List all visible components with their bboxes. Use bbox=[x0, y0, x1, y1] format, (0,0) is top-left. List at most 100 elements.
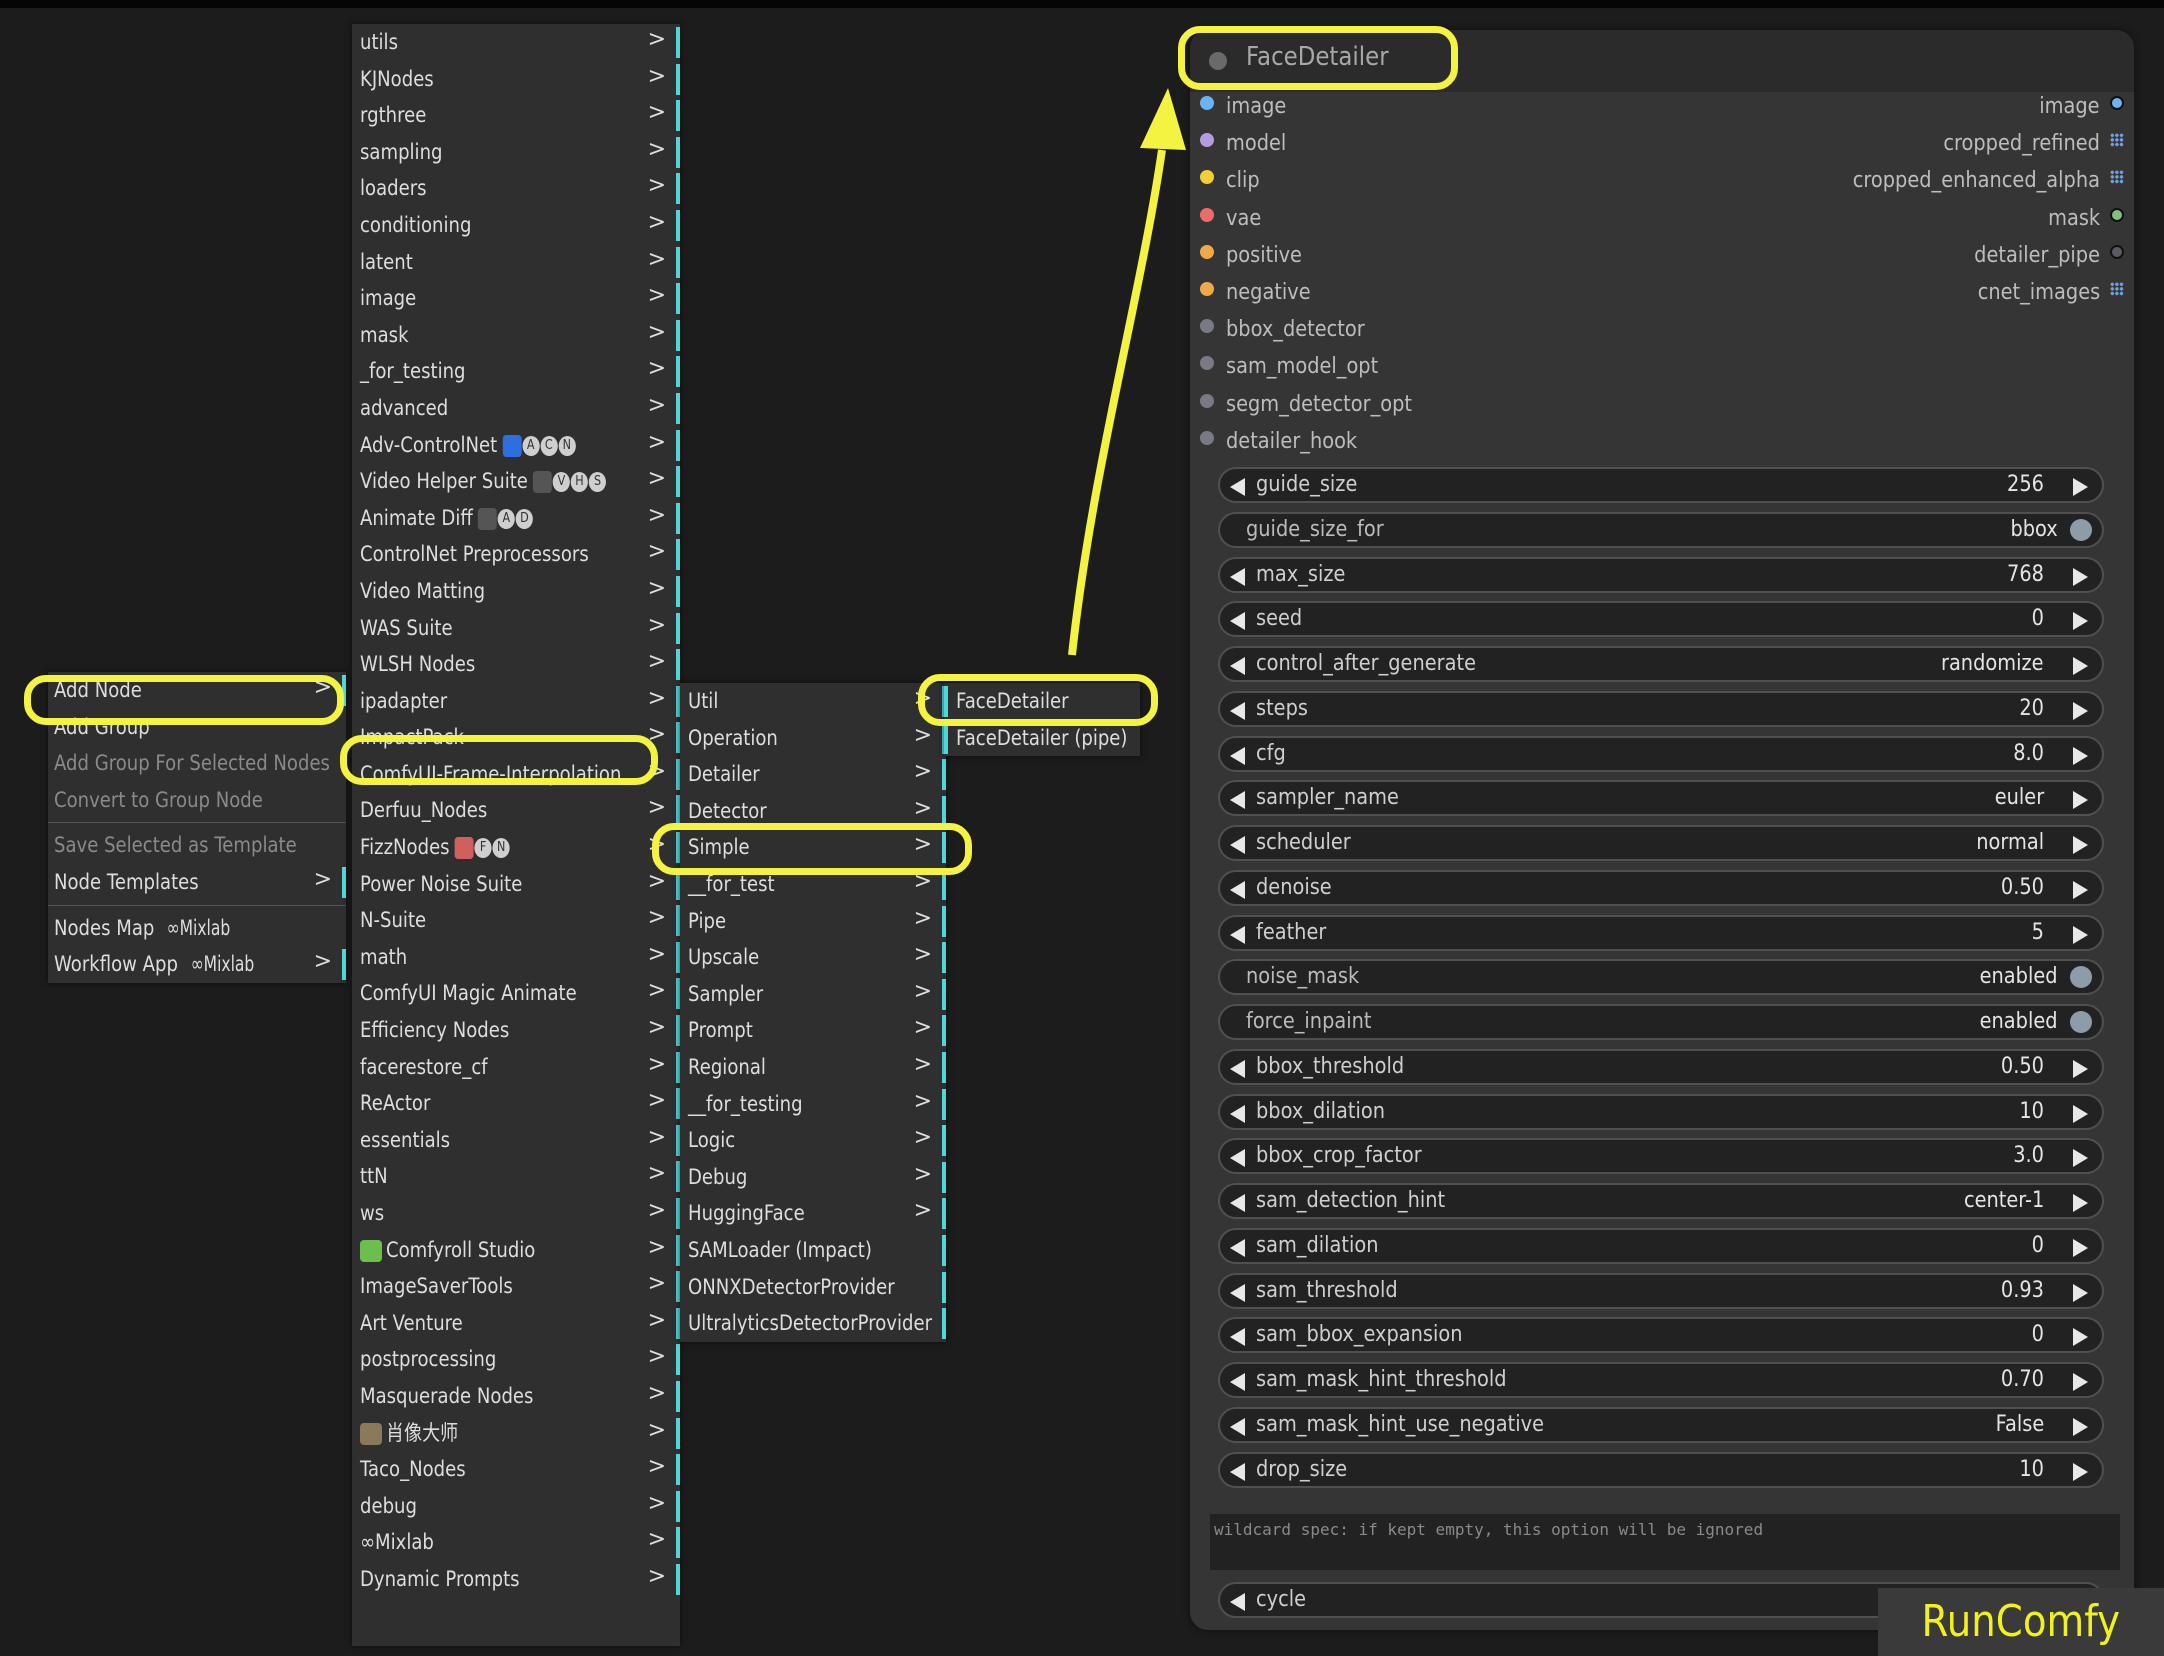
widget-steps[interactable]: steps 20 bbox=[1218, 690, 2104, 727]
increment-arrow-icon[interactable] bbox=[2073, 478, 2088, 496]
decrement-arrow-icon[interactable] bbox=[1230, 1194, 1245, 1212]
decrement-arrow-icon[interactable] bbox=[1230, 1149, 1245, 1168]
menu-item-loaders[interactable]: loaders > bbox=[352, 170, 680, 207]
menu-item-fizznodes[interactable]: FizzNodes F N > bbox=[352, 829, 680, 866]
menu-item-huggingface[interactable]: HuggingFace > bbox=[680, 1195, 946, 1232]
menu-item-reactor[interactable]: ReActor > bbox=[352, 1085, 680, 1122]
menu-item-power-noise-suite[interactable]: Power Noise Suite > bbox=[352, 866, 680, 903]
menu-item-n-suite[interactable]: N-Suite > bbox=[352, 902, 680, 939]
widget-noise-mask[interactable]: noise_mask enabled bbox=[1218, 959, 2104, 996]
widget-control-after-generate[interactable]: control_after_generate randomize bbox=[1218, 646, 2104, 682]
widget-sam-threshold[interactable]: sam_threshold 0.93 bbox=[1218, 1272, 2104, 1309]
widget-bbox-threshold[interactable]: bbox_threshold 0.50 bbox=[1218, 1048, 2104, 1085]
menu-item-was-suite[interactable]: WAS Suite > bbox=[352, 610, 680, 647]
widget-drop-size[interactable]: drop_size 10 bbox=[1218, 1451, 2104, 1488]
menu-item-debug[interactable]: Debug > bbox=[680, 1159, 946, 1196]
decrement-arrow-icon[interactable] bbox=[1230, 478, 1245, 496]
output-dot-icon[interactable] bbox=[2110, 244, 2124, 259]
menu-item-video-matting[interactable]: Video Matting > bbox=[352, 573, 680, 610]
decrement-arrow-icon[interactable] bbox=[1230, 1283, 1245, 1302]
input-dot-icon[interactable] bbox=[1200, 430, 1214, 445]
input-dot-icon[interactable] bbox=[1200, 133, 1214, 148]
input-dot-icon[interactable] bbox=[1200, 319, 1214, 334]
output-slot-mask[interactable]: mask bbox=[2041, 206, 2124, 231]
input-dot-icon[interactable] bbox=[1200, 170, 1214, 185]
widget-seed[interactable]: seed 0 bbox=[1218, 601, 2104, 638]
menu-item-ultralyticsdetectorprovider[interactable]: UltralyticsDetectorProvider bbox=[680, 1305, 946, 1342]
input-slot-sam-model-opt[interactable]: sam_model_opt bbox=[1200, 354, 1399, 379]
increment-arrow-icon[interactable] bbox=[2073, 1059, 2088, 1078]
widget-max-size[interactable]: max_size 768 bbox=[1218, 556, 2104, 593]
widget-guide-size-for[interactable]: guide_size_for bbox bbox=[1218, 511, 2104, 548]
decrement-arrow-icon[interactable] bbox=[1230, 746, 1245, 765]
menu-item-impactpack[interactable]: ImpactPack > bbox=[352, 719, 680, 756]
decrement-arrow-icon[interactable] bbox=[1230, 612, 1245, 631]
menu-item-advanced[interactable]: advanced > bbox=[352, 390, 680, 427]
menu-item-mask[interactable]: mask > bbox=[352, 317, 680, 354]
menu-item-workflow-app[interactable]: Workflow App ∞Mixlab > bbox=[48, 946, 346, 983]
decrement-arrow-icon[interactable] bbox=[1230, 1104, 1245, 1123]
menu-item-animate-diff[interactable]: Animate Diff A D > bbox=[352, 500, 680, 537]
menu-item-taco-nodes[interactable]: Taco_Nodes > bbox=[352, 1451, 680, 1488]
menu-item-adv-controlnet[interactable]: Adv-ControlNet A C N > bbox=[352, 427, 680, 464]
menu-item-nodes-map[interactable]: Nodes Map ∞Mixlab bbox=[48, 910, 346, 947]
increment-arrow-icon[interactable] bbox=[2073, 791, 2088, 810]
increment-arrow-icon[interactable] bbox=[2073, 1462, 2088, 1481]
increment-arrow-icon[interactable] bbox=[2073, 880, 2088, 899]
widget-sam-dilation[interactable]: sam_dilation 0 bbox=[1218, 1227, 2104, 1264]
output-dot-icon[interactable] bbox=[2110, 96, 2124, 110]
decrement-arrow-icon[interactable] bbox=[1230, 1238, 1245, 1257]
menu-item-efficiency-nodes[interactable]: Efficiency Nodes > bbox=[352, 1012, 680, 1049]
menu-item-video-helper-suite[interactable]: Video Helper Suite V H S > bbox=[352, 463, 680, 500]
increment-arrow-icon[interactable] bbox=[2073, 1283, 2088, 1302]
node-header[interactable]: FaceDetailer bbox=[1190, 30, 2134, 92]
decrement-arrow-icon[interactable] bbox=[1230, 1593, 1245, 1611]
menu-item-masquerade-nodes[interactable]: Masquerade Nodes > bbox=[352, 1378, 680, 1415]
output-slot-cropped-enhanced-alpha[interactable]: cropped_enhanced_alpha bbox=[1819, 168, 2124, 193]
menu-item-sampler[interactable]: Sampler > bbox=[680, 976, 946, 1013]
increment-arrow-icon[interactable] bbox=[2073, 1373, 2088, 1391]
input-slot-positive[interactable]: positive bbox=[1200, 243, 1312, 268]
output-dot-icon[interactable] bbox=[2110, 207, 2124, 222]
menu-item-utils[interactable]: utils > bbox=[352, 24, 680, 61]
input-dot-icon[interactable] bbox=[1200, 244, 1214, 259]
decrement-arrow-icon[interactable] bbox=[1230, 657, 1245, 675]
input-slot-bbox-detector[interactable]: bbox_detector bbox=[1200, 317, 1384, 342]
input-slot-clip[interactable]: clip bbox=[1200, 168, 1264, 193]
widget-sampler-name[interactable]: sampler_name euler bbox=[1218, 780, 2104, 817]
input-dot-icon[interactable] bbox=[1200, 96, 1214, 110]
menu-item-logic[interactable]: Logic > bbox=[680, 1122, 946, 1159]
wildcard-textarea[interactable]: wildcard spec: if kept empty, this optio… bbox=[1210, 1514, 2120, 1570]
menu-item-for-testing[interactable]: _for_testing > bbox=[352, 353, 680, 390]
widget-bbox-dilation[interactable]: bbox_dilation 10 bbox=[1218, 1093, 2104, 1130]
menu-item-comfyui-magic-animate[interactable]: ComfyUI Magic Animate > bbox=[352, 975, 680, 1012]
menu-item-rgthree[interactable]: rgthree > bbox=[352, 97, 680, 134]
decrement-arrow-icon[interactable] bbox=[1230, 701, 1245, 720]
menu-item-node-templates[interactable]: Node Templates > bbox=[48, 864, 346, 901]
decrement-arrow-icon[interactable] bbox=[1230, 925, 1245, 944]
menu-item-dynamic-prompts[interactable]: Dynamic Prompts > bbox=[352, 1561, 680, 1598]
menu-item-operation[interactable]: Operation > bbox=[680, 720, 946, 757]
output-slot-cnet-images[interactable]: cnet_images bbox=[1961, 280, 2124, 305]
menu-item-item[interactable]: 肖像大师 > bbox=[352, 1415, 680, 1452]
decrement-arrow-icon[interactable] bbox=[1230, 1373, 1245, 1391]
increment-arrow-icon[interactable] bbox=[2073, 567, 2088, 586]
menu-item-facedetailer-pipe[interactable]: FaceDetailer (pipe) bbox=[944, 720, 1140, 757]
increment-arrow-icon[interactable] bbox=[2073, 836, 2088, 854]
menu-item-add-node[interactable]: Add Node > bbox=[48, 672, 346, 709]
input-slot-detailer-hook[interactable]: detailer_hook bbox=[1200, 429, 1375, 454]
menu-item-controlnet-preprocessors[interactable]: ControlNet Preprocessors > bbox=[352, 536, 680, 573]
widget-sam-bbox-expansion[interactable]: sam_bbox_expansion 0 bbox=[1218, 1317, 2104, 1354]
menu-item-samloader-impact[interactable]: SAMLoader (Impact) bbox=[680, 1232, 946, 1269]
facedetailer-node[interactable]: FaceDetailer image image model cropped_refi… bbox=[1190, 30, 2134, 1630]
toggle-knob-icon[interactable] bbox=[2070, 1011, 2092, 1033]
widget-guide-size[interactable]: guide_size 256 bbox=[1218, 467, 2104, 503]
widget-bbox-crop-factor[interactable]: bbox_crop_factor 3.0 bbox=[1218, 1138, 2104, 1175]
menu-item-simple[interactable]: Simple > bbox=[680, 829, 946, 866]
menu-item-essentials[interactable]: essentials > bbox=[352, 1122, 680, 1159]
input-slot-vae[interactable]: vae bbox=[1200, 206, 1266, 231]
widget-cfg[interactable]: cfg 8.0 bbox=[1218, 735, 2104, 772]
menu-item-art-venture[interactable]: Art Venture > bbox=[352, 1305, 680, 1342]
increment-arrow-icon[interactable] bbox=[2073, 657, 2088, 675]
input-slot-model[interactable]: model bbox=[1200, 131, 1295, 156]
